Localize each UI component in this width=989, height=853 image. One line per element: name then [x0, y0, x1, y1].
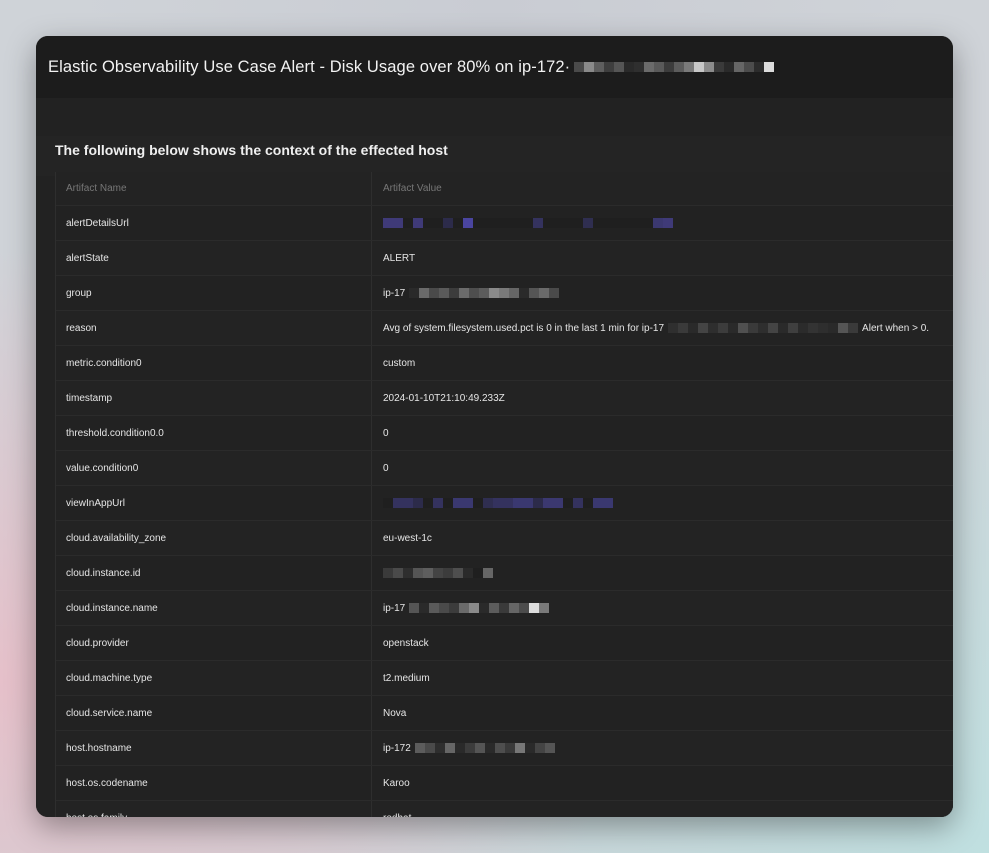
- artifact-value-text: ALERT: [383, 252, 416, 264]
- table-row: cloud.instance.name ip-17: [56, 591, 953, 626]
- artifact-value: 0: [372, 416, 953, 450]
- section-title: The following below shows the context of…: [55, 142, 448, 158]
- column-header-name: Artifact Name: [56, 172, 372, 205]
- column-header-value: Artifact Value: [383, 183, 442, 194]
- artifact-name: cloud.machine.type: [56, 661, 372, 695]
- artifact-value: ip-172: [372, 731, 953, 765]
- table-row: viewInAppUrl: [56, 486, 953, 521]
- title-bar: Elastic Observability Use Case Alert - D…: [36, 36, 953, 98]
- artifact-name: alertDetailsUrl: [56, 206, 372, 240]
- table-row: cloud.instance.id: [56, 556, 953, 591]
- artifact-table: Artifact Name Artifact Value alertDetail…: [55, 172, 953, 817]
- table-row: value.condition0 0: [56, 451, 953, 486]
- artifact-name: cloud.instance.id: [56, 556, 372, 590]
- table-header-row: Artifact Name Artifact Value: [56, 172, 953, 206]
- artifact-value-text: custom: [383, 357, 416, 369]
- table-row: reason Avg of system.filesystem.used.pct …: [56, 311, 953, 346]
- artifact-value: ALERT: [372, 241, 953, 275]
- artifact-value: 0: [372, 451, 953, 485]
- artifact-value-text: redhat: [383, 813, 411, 818]
- artifact-name: value.condition0: [56, 451, 372, 485]
- artifact-name: alertState: [56, 241, 372, 275]
- redacted-value: [409, 288, 560, 298]
- artifact-value: Avg of system.filesystem.used.pct is 0 i…: [372, 311, 953, 345]
- redacted-value: [409, 603, 550, 613]
- artifact-name: cloud.provider: [56, 626, 372, 660]
- table-row: host.os.family redhat: [56, 801, 953, 817]
- artifact-value: openstack: [372, 626, 953, 660]
- table-row: metric.condition0 custom: [56, 346, 953, 381]
- table-row: host.hostname ip-172: [56, 731, 953, 766]
- artifact-value: Nova: [372, 696, 953, 730]
- artifact-value-text: ip-17: [383, 287, 406, 299]
- artifact-value: [372, 206, 953, 240]
- redacted-value: [383, 498, 613, 508]
- artifact-name: threshold.condition0.0: [56, 416, 372, 450]
- table-row: alertDetailsUrl: [56, 206, 953, 241]
- artifact-name: cloud.service.name: [56, 696, 372, 730]
- artifact-name: timestamp: [56, 381, 372, 415]
- table-row: cloud.availability_zone eu-west-1c: [56, 521, 953, 556]
- artifact-value-text: ip-17: [383, 602, 406, 614]
- redacted-value: [414, 743, 555, 753]
- artifact-name: host.os.family: [56, 801, 372, 817]
- artifact-name: metric.condition0: [56, 346, 372, 380]
- table-row: alertState ALERT: [56, 241, 953, 276]
- artifact-value: custom: [372, 346, 953, 380]
- artifact-value: [372, 556, 953, 590]
- artifact-value-text: Avg of system.filesystem.used.pct is 0 i…: [383, 322, 665, 334]
- artifact-name: group: [56, 276, 372, 310]
- table-row: cloud.machine.type t2.medium: [56, 661, 953, 696]
- artifact-value: Karoo: [372, 766, 953, 800]
- window-title: Elastic Observability Use Case Alert - D…: [48, 57, 571, 76]
- table-row: host.os.codename Karoo: [56, 766, 953, 801]
- redacted-value: [668, 323, 859, 333]
- artifact-value: 2024-01-10T21:10:49.233Z: [372, 381, 953, 415]
- alert-content: The following below shows the context of…: [36, 98, 953, 817]
- table-row: timestamp 2024-01-10T21:10:49.233Z: [56, 381, 953, 416]
- artifact-value-text: 0: [383, 462, 389, 474]
- artifact-value-text: ip-172: [383, 742, 411, 754]
- artifact-value-text: Nova: [383, 707, 407, 719]
- artifact-value: redhat: [372, 801, 953, 818]
- artifact-value-text: t2.medium: [383, 672, 430, 684]
- redacted-value: [383, 568, 493, 578]
- artifact-name: cloud.instance.name: [56, 591, 372, 625]
- artifact-name: host.os.codename: [56, 766, 372, 800]
- artifact-name: host.hostname: [56, 731, 372, 765]
- artifact-value-suffix: Alert when > 0.: [862, 322, 930, 334]
- artifact-value-text: 2024-01-10T21:10:49.233Z: [383, 392, 505, 404]
- artifact-name: reason: [56, 311, 372, 345]
- artifact-value: ip-17: [372, 276, 953, 310]
- artifact-value-text: Karoo: [383, 777, 410, 789]
- table-row: cloud.service.name Nova: [56, 696, 953, 731]
- artifact-value: eu-west-1c: [372, 521, 953, 555]
- redacted-value: [383, 218, 673, 228]
- artifact-value-text: 0: [383, 427, 389, 439]
- artifact-value-text: eu-west-1c: [383, 532, 432, 544]
- table-row: threshold.condition0.0 0: [56, 416, 953, 451]
- artifact-value-text: openstack: [383, 637, 429, 649]
- redacted-title-suffix: [574, 62, 775, 72]
- artifact-name: cloud.availability_zone: [56, 521, 372, 555]
- artifact-value: [372, 486, 953, 520]
- artifact-value: t2.medium: [372, 661, 953, 695]
- table-row: group ip-17: [56, 276, 953, 311]
- table-row: cloud.provider openstack: [56, 626, 953, 661]
- artifact-name: viewInAppUrl: [56, 486, 372, 520]
- alert-window: Elastic Observability Use Case Alert - D…: [36, 36, 953, 817]
- artifact-value: ip-17: [372, 591, 953, 625]
